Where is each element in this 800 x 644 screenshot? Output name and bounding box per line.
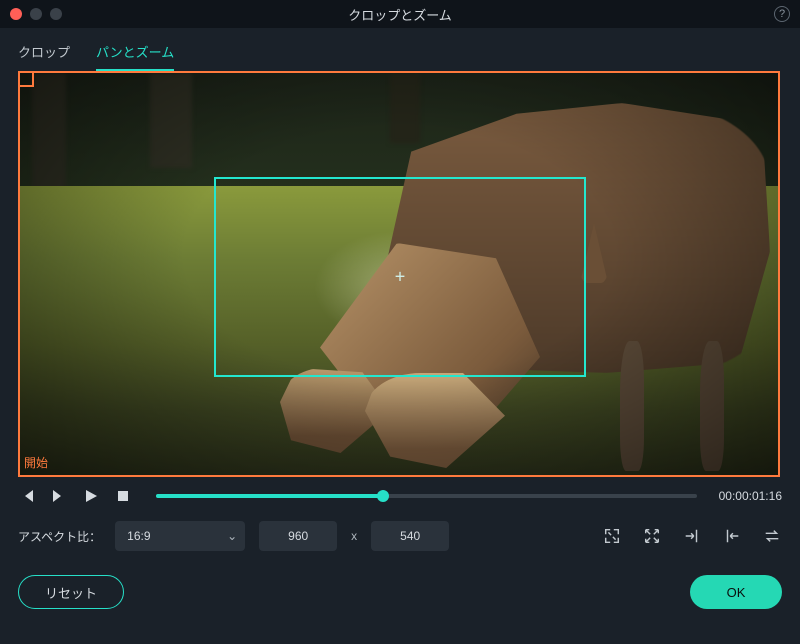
align-left-icon[interactable] xyxy=(722,526,742,546)
window-minimize-button[interactable] xyxy=(30,8,42,20)
playback-controls: 00:00:01:16 xyxy=(0,477,800,511)
stop-button[interactable] xyxy=(114,487,132,505)
titlebar: クロップとズーム ? xyxy=(0,0,800,28)
seek-thumb[interactable] xyxy=(377,490,389,502)
play-button[interactable] xyxy=(82,487,100,505)
window-title: クロップとズーム xyxy=(0,5,800,24)
aspect-ratio-row: アスペクト比： 16:9 ⌄ x xyxy=(0,511,800,557)
crop-height-input[interactable] xyxy=(371,521,449,551)
prev-frame-button[interactable] xyxy=(18,487,36,505)
window-close-button[interactable] xyxy=(10,8,22,20)
dialog-footer: リセット OK xyxy=(0,557,800,609)
tab-pan-zoom[interactable]: パンとズーム xyxy=(96,42,174,71)
next-frame-button[interactable] xyxy=(50,487,68,505)
timecode: 00:00:01:16 xyxy=(719,489,782,503)
help-button[interactable]: ? xyxy=(774,6,790,22)
aspect-ratio-label: アスペクト比： xyxy=(18,528,101,545)
swap-icon[interactable] xyxy=(762,526,782,546)
start-marker-label: 開始 xyxy=(24,454,48,471)
dimension-separator: x xyxy=(351,529,357,543)
reset-button[interactable]: リセット xyxy=(18,575,124,609)
crop-center-crosshair-icon: + xyxy=(395,267,406,288)
align-right-icon[interactable] xyxy=(682,526,702,546)
ok-button[interactable]: OK xyxy=(690,575,782,609)
tab-crop[interactable]: クロップ xyxy=(18,42,70,71)
window-controls xyxy=(10,8,62,20)
window-maximize-button[interactable] xyxy=(50,8,62,20)
aspect-ratio-select[interactable]: 16:9 xyxy=(115,521,245,551)
crop-width-input[interactable] xyxy=(259,521,337,551)
tab-bar: クロップ パンとズーム xyxy=(0,28,800,71)
crop-rectangle[interactable]: + xyxy=(214,177,586,377)
expand-icon[interactable] xyxy=(642,526,662,546)
fit-screen-icon[interactable] xyxy=(602,526,622,546)
preview-frame[interactable]: + 開始 xyxy=(18,71,780,477)
seek-bar[interactable] xyxy=(156,494,697,498)
